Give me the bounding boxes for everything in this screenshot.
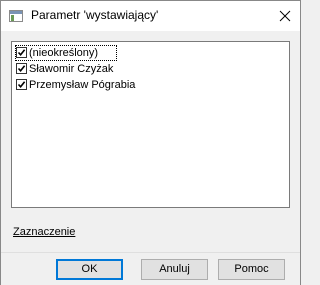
checkbox[interactable] bbox=[16, 63, 27, 74]
close-button[interactable] bbox=[270, 1, 300, 31]
checkmark-icon bbox=[17, 65, 26, 73]
checklist-box[interactable]: (nieokreślony) Sławomir Czyżak Przemysła… bbox=[11, 41, 290, 208]
close-icon bbox=[279, 10, 291, 22]
checkbox[interactable] bbox=[16, 47, 27, 58]
title-bar[interactable]: Parametr 'wystawiający' bbox=[1, 1, 300, 31]
selection-link[interactable]: Zaznaczenie bbox=[13, 226, 75, 238]
checkmark-icon bbox=[17, 81, 26, 89]
ok-button[interactable]: OK bbox=[56, 259, 123, 280]
dialog-window: Parametr 'wystawiający' (nieokreślony) S… bbox=[0, 0, 301, 285]
button-bar: OK Anuluj Pomoc bbox=[1, 252, 300, 285]
window-title: Parametr 'wystawiający' bbox=[31, 8, 159, 22]
list-item-label: (nieokreślony) bbox=[29, 47, 99, 59]
list-item[interactable]: (nieokreślony) bbox=[15, 45, 117, 61]
cancel-button[interactable]: Anuluj bbox=[141, 259, 208, 280]
list-item-label: Przemysław Pógrabia bbox=[29, 79, 136, 91]
help-button[interactable]: Pomoc bbox=[218, 259, 285, 280]
checkmark-icon bbox=[17, 49, 26, 57]
app-window-icon bbox=[9, 10, 23, 22]
checkbox[interactable] bbox=[16, 79, 27, 90]
list-item-label: Sławomir Czyżak bbox=[29, 63, 114, 75]
